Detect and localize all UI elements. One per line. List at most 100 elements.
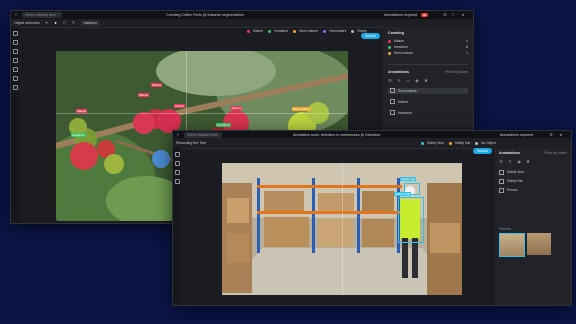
edit-icon[interactable]: ✎ [397,78,401,83]
annotations-badge: 99 [421,13,429,17]
eye-icon[interactable]: ◉ [415,78,419,83]
immature-color-icon [268,29,272,33]
menu-icon[interactable]: ≡ [14,13,18,17]
semi-mature-dot-icon [388,51,391,55]
annotation-row-label: Semi-mature [398,88,417,93]
chevron-down-icon[interactable]: ▾ [45,21,49,25]
annotation-row[interactable]: Semi-mature [388,87,468,94]
submit-label[interactable]: Submit [473,148,492,154]
legend-semi-mature[interactable]: Semi-mature [299,29,318,33]
overmature-color-icon [323,29,327,33]
left-toolbar [11,27,19,223]
list-icon[interactable]: ☰ [499,160,503,164]
zoom-icon[interactable] [12,31,18,36]
box-icon[interactable] [12,49,18,54]
row-checkbox[interactable] [499,169,504,175]
mode-select[interactable]: Instance [80,20,101,26]
fruit-label[interactable]: Mature [231,106,243,110]
row-checkbox[interactable] [390,99,395,105]
polygon-icon[interactable]: ⬠ [63,21,67,25]
row-checkbox[interactable] [390,88,395,94]
nav-label[interactable]: Recording the Text [176,141,206,145]
eye-icon[interactable]: ◉ [517,160,521,164]
dataset-search-input[interactable]: Select dataset here [184,131,222,138]
fruit-label[interactable]: Immature [71,133,86,137]
annotations-filter-input[interactable]: Filter by name [544,151,567,155]
annotations-filter-input[interactable]: Filter by name [445,70,468,74]
pan-icon[interactable] [174,161,180,166]
annotation-row-label: Person [507,188,518,192]
annotation-tools: ☰ ✎ ◉ ✖ [499,160,567,164]
legend-overmature[interactable]: Overmature [329,29,346,33]
count-row-semi-mature[interactable]: Semi-mature 1 [388,50,468,56]
eraser-icon[interactable] [174,179,180,184]
box-icon[interactable] [174,170,180,175]
submit-label[interactable]: Submit [361,33,380,39]
annotation-row[interactable]: Person [499,187,567,193]
link-icon[interactable]: ∞ [406,78,410,83]
polygon-tool-icon[interactable] [12,58,18,63]
trash-icon[interactable]: ✖ [526,160,530,164]
frame-thumbnail[interactable] [499,233,525,257]
undo-icon[interactable] [12,85,18,90]
trash-icon[interactable]: ✖ [424,78,428,83]
brush-tool-icon[interactable] [12,67,18,72]
fruit-label[interactable]: Immature [216,123,231,127]
help-icon[interactable]: ? [451,13,455,17]
row-checkbox[interactable] [499,178,504,184]
image-canvas[interactable]: Safety Hat Safety Vest [222,163,462,295]
count-value: 1 [466,51,468,55]
fruit-label[interactable]: Mature [151,83,163,87]
zoom-icon[interactable] [174,152,180,157]
avatar[interactable]: ● [461,13,465,17]
count-label: Immature [394,45,408,49]
annotations-required-label: Annotations required [384,13,418,17]
fruit-label[interactable]: Mature [76,109,88,113]
dataset-search-input[interactable]: Select dataset here [22,12,62,18]
row-checkbox[interactable] [390,110,395,116]
mature-dot-icon [388,39,391,43]
brush-icon[interactable]: ✎ [72,21,76,25]
list-icon[interactable]: ☰ [388,78,392,83]
fruit-label[interactable]: Mature [138,93,150,97]
thumbnail-strip [499,233,567,257]
settings-icon[interactable]: ⚙ [443,13,447,17]
object-selection-tool[interactable]: Object selection [14,21,40,25]
semi-mature-color-icon [293,29,297,33]
legend-immature[interactable]: Immature [274,29,288,33]
vest-bounding-box[interactable] [398,197,424,243]
empty-color-icon [351,29,355,33]
annotation-row-label: Immature [398,110,412,115]
count-label: Mature [394,39,405,43]
fruit-label[interactable]: Semi-mature [292,107,312,111]
annotation-tools: ☰ ✎ ∞ ◉ ✖ [388,78,468,83]
submit-button[interactable]: Submit [361,24,380,42]
warehouse-annotation-window: ≡ Select dataset here Annotation tools: … [172,130,572,306]
annotation-row[interactable]: Immature [388,110,468,116]
edit-icon[interactable]: ✎ [508,160,512,164]
submit-button[interactable]: Submit [473,139,492,157]
settings-icon[interactable]: ⚙ [549,132,553,137]
window-title: Counting Coffee Fruits @ Instance segmen… [166,13,244,17]
tab-safety-vest[interactable]: Safety Vest [427,141,444,145]
mature-color-icon [247,29,250,33]
title-bar: ≡ Select dataset here Counting Coffee Fr… [11,11,473,19]
annotation-row[interactable]: Safety Hat [499,178,567,184]
row-checkbox[interactable] [499,187,504,193]
box-label[interactable]: Safety Vest [394,192,412,196]
avatar[interactable]: ● [559,132,563,137]
pan-icon[interactable] [12,40,18,45]
immature-dot-icon [388,45,391,49]
fruit-label[interactable]: Mature [174,104,186,108]
tab-safety-hat[interactable]: Safety Hat [455,141,470,145]
eraser-icon[interactable] [12,76,18,81]
box-label[interactable]: Safety Hat [400,177,417,181]
frame-thumbnail[interactable] [527,233,551,255]
divider [388,64,468,65]
pointer-icon[interactable]: ● [54,21,58,25]
menu-icon[interactable]: ≡ [176,132,180,137]
annotation-row[interactable]: Safety Vest [499,169,567,175]
legend-mature[interactable]: Mature [253,29,263,33]
annotations-title: Annotations [388,69,409,74]
annotation-row[interactable]: Mature [388,99,468,105]
